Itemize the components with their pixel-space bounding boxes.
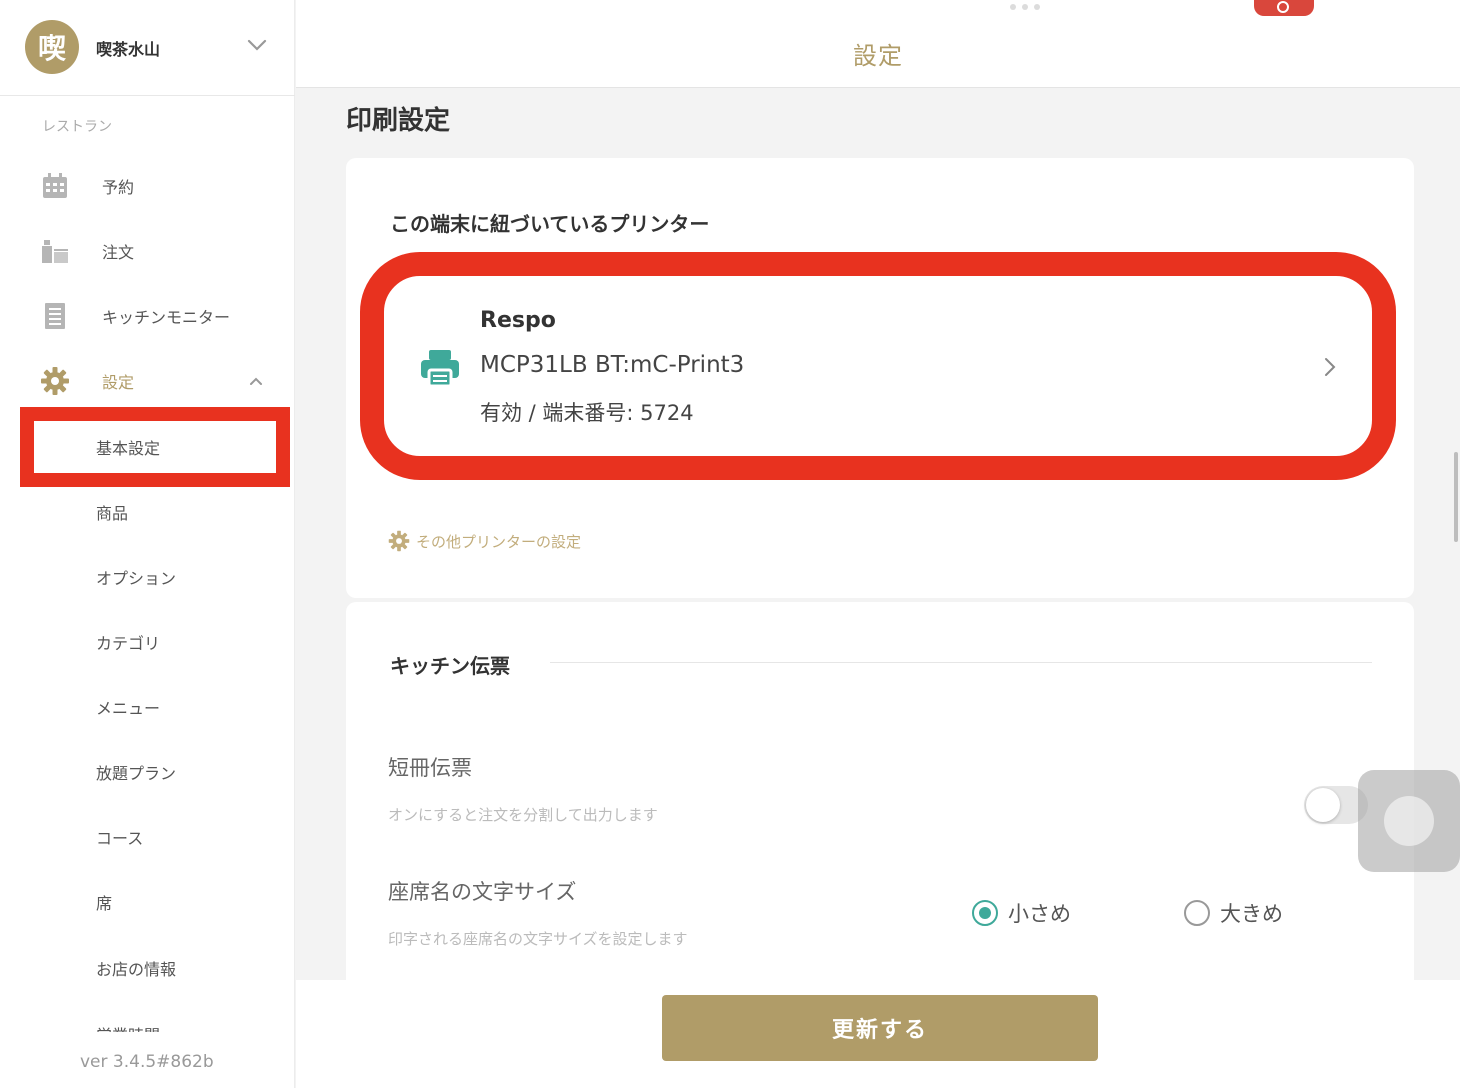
store-name: 喫茶水山 (96, 40, 161, 59)
sidebar-subitem-label: 商品 (96, 504, 129, 523)
sidebar-subitem-options[interactable]: オプション (0, 552, 295, 602)
sidebar-subitem-label: メニュー (96, 699, 161, 718)
page-title: 設定 (853, 42, 903, 70)
serving-cart-icon (42, 240, 68, 263)
sidebar-subitem-courses[interactable]: コース (0, 812, 295, 862)
printer-row[interactable]: Respo MCP31LB BT:mC-Print3 有効 / 端末番号: 57… (360, 252, 1396, 480)
toggle-knob (1306, 788, 1340, 822)
printers-heading: この端末に紐づいているプリンター (390, 212, 710, 236)
sidebar-subitem-categories[interactable]: カテゴリ (0, 617, 295, 667)
seat-font-size-title: 座席名の文字サイズ (388, 880, 577, 904)
sidebar-subitem-all-you-can-plans[interactable]: 放題プラン (0, 747, 295, 797)
kitchen-slip-card: キッチン伝票 短冊伝票 オンにすると注文を分割して出力します 座席名の文字サイズ… (346, 602, 1414, 982)
strip-slip-title: 短冊伝票 (388, 756, 472, 780)
printer-icon (421, 350, 459, 388)
sidebar-item-label: 予約 (102, 178, 135, 197)
sidebar-subitem-menu[interactable]: メニュー (0, 682, 295, 732)
radio-large[interactable]: 大きめ (1184, 898, 1283, 928)
kitchen-slip-heading: キッチン伝票 (390, 654, 510, 678)
receipt-list-icon (45, 303, 65, 329)
sidebar-section-label: レストラン (42, 119, 112, 135)
sidebar-item-reservation[interactable]: 予約 (0, 161, 295, 211)
store-switcher[interactable]: 喫 喫茶水山 (0, 0, 295, 96)
gear-icon (41, 367, 69, 395)
radio-small[interactable]: 小さめ (972, 898, 1071, 928)
footer-bar: 更新する (296, 980, 1460, 1088)
strip-slip-description: オンにすると注文を分割して出力します (388, 806, 658, 824)
radio-circle (1184, 900, 1210, 926)
radio-label: 小さめ (1008, 902, 1071, 926)
sidebar-subitem-label: 席 (96, 894, 113, 913)
multitask-dots-icon[interactable] (1010, 4, 1040, 10)
sidebar-item-label: キッチンモニター (102, 308, 231, 327)
sidebar-item-settings[interactable]: 設定 (0, 356, 295, 406)
sidebar-item-orders[interactable]: 注文 (0, 226, 295, 276)
printer-status: 有効 / 端末番号: 5724 (480, 401, 694, 425)
calendar-icon (43, 173, 67, 198)
sidebar-subitem-products[interactable]: 商品 (0, 487, 295, 537)
other-printer-label: その他プリンターの設定 (416, 532, 582, 551)
printer-name: Respo (480, 308, 556, 333)
sidebar-item-label: 注文 (102, 243, 135, 262)
sidebar-subitem-label: オプション (96, 569, 177, 588)
divider (550, 662, 1372, 663)
sidebar-subitem-label: 放題プラン (96, 764, 177, 783)
chevron-right-icon (1325, 358, 1336, 376)
assistive-touch-button[interactable] (1358, 770, 1460, 872)
section-title: 印刷設定 (346, 106, 451, 136)
radio-circle (972, 900, 998, 926)
printer-model: MCP31LB BT:mC-Print3 (480, 352, 745, 378)
sidebar-subitem-seats[interactable]: 席 (0, 877, 295, 927)
sidebar-subitem-label: コース (96, 829, 144, 848)
gear-icon (388, 530, 410, 552)
app-version: ver 3.4.5#862b (80, 1052, 214, 1072)
sidebar-item-kitchen-monitor[interactable]: キッチンモニター (0, 291, 295, 341)
screen-record-indicator-icon (1254, 0, 1314, 16)
printer-card: この端末に紐づいているプリンター Respo MCP31LB BT:mC-Pri… (346, 158, 1414, 598)
highlight-annotation (20, 407, 290, 487)
seat-font-size-description: 印字される座席名の文字サイズを設定します (388, 930, 688, 948)
sidebar-item-label: 設定 (102, 373, 135, 392)
sidebar-subitem-store-info[interactable]: お店の情報 (0, 943, 295, 993)
scrollbar[interactable] (1454, 452, 1458, 542)
sidebar-subitem-label: お店の情報 (96, 960, 177, 979)
update-button[interactable]: 更新する (662, 995, 1098, 1061)
sidebar-subitem-label: カテゴリ (96, 634, 161, 653)
sidebar-subitem-label: 営業時間 (96, 1022, 160, 1032)
store-avatar: 喫 (25, 20, 79, 74)
chevron-down-icon (247, 39, 267, 51)
sidebar: 喫 喫茶水山 レストラン 予約 注文 キッチンモニター 設定 基本設定 商品 オ… (0, 0, 295, 1088)
radio-label: 大きめ (1220, 902, 1283, 926)
other-printer-settings-link[interactable]: その他プリンターの設定 (388, 530, 581, 552)
chevron-up-icon (250, 377, 262, 385)
sidebar-subitem-business-hours[interactable]: 営業時間 (96, 1022, 168, 1032)
top-bar: 設定 (296, 0, 1460, 88)
